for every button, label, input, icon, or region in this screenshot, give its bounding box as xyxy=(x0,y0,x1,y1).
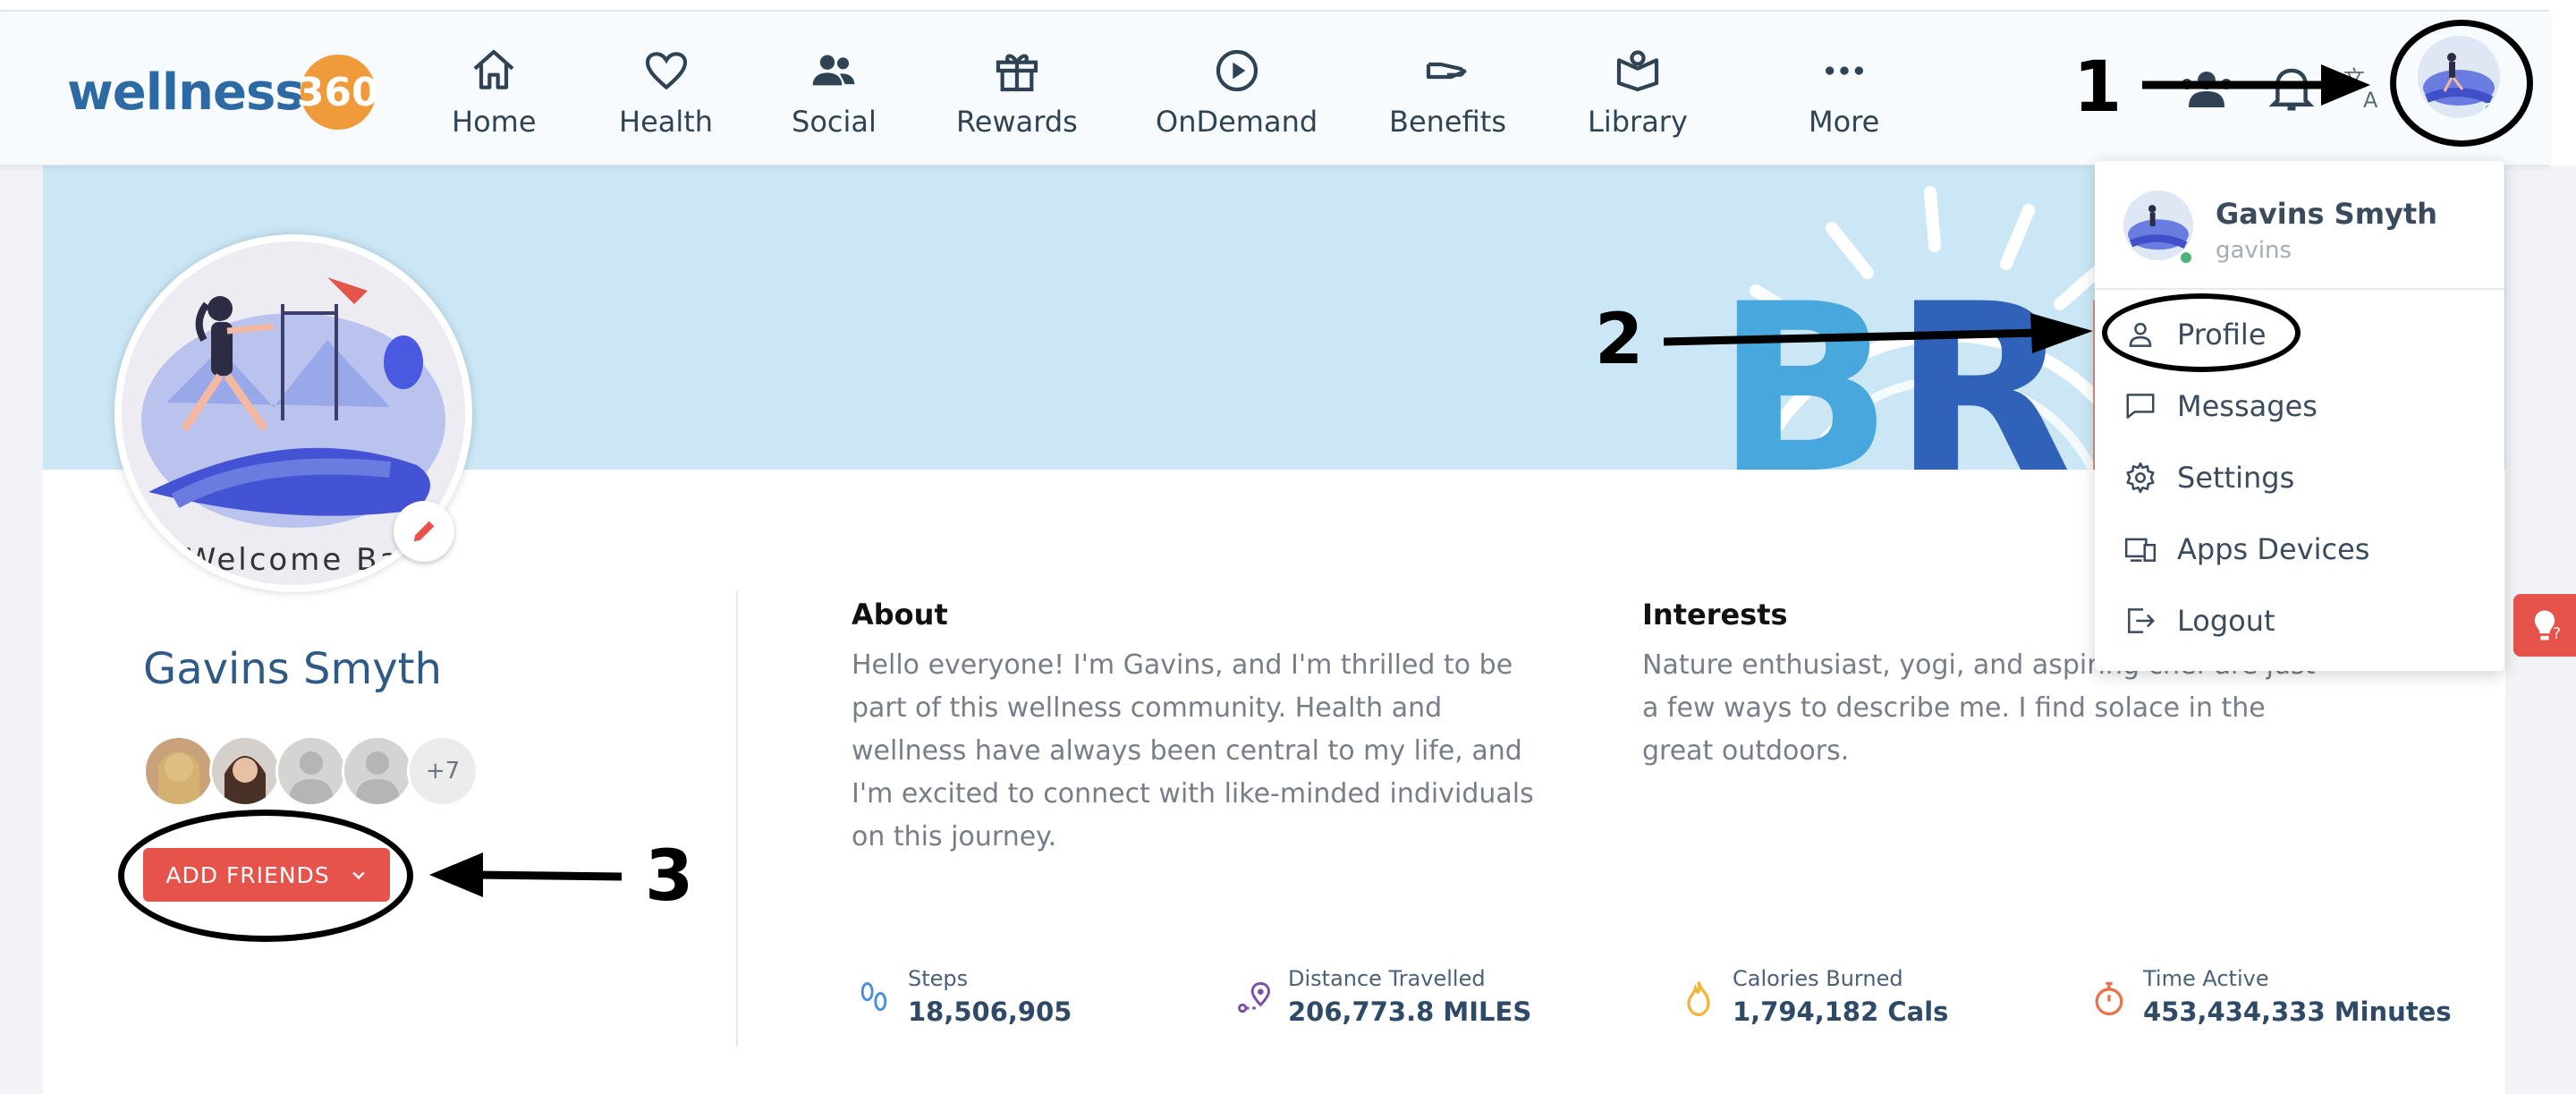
annotation-number-3: 3 xyxy=(645,836,694,917)
stopwatch-icon xyxy=(2095,981,2123,1016)
menu-item-label: Logout xyxy=(2177,604,2275,638)
book-icon xyxy=(1616,50,1659,92)
stat-time-active: Time Active 453,434,333 Minutes xyxy=(2089,966,2452,1027)
stat-label: Distance Travelled xyxy=(1288,966,1486,991)
nav-health[interactable]: Health xyxy=(619,46,713,153)
nav-label: Home xyxy=(452,105,537,139)
nav-label: OnDemand xyxy=(1156,105,1318,139)
profile-name: Gavins Smyth xyxy=(143,644,442,694)
user-menu-dropdown: Gavins Smyth gavins Profile Messages Set… xyxy=(2095,161,2504,671)
add-friends-label: ADD FRIENDS xyxy=(165,861,330,888)
annotation-number-2: 2 xyxy=(1595,300,1644,380)
stat-steps: Steps 18,506,905 xyxy=(854,966,1072,1027)
chevron-down-icon xyxy=(352,871,365,880)
add-friends-button[interactable]: ADD FRIENDS xyxy=(143,848,390,902)
flame-icon xyxy=(1687,981,1710,1016)
online-status-dot xyxy=(2179,250,2193,265)
logo-badge: 360 xyxy=(297,55,379,130)
edit-photo-button[interactable] xyxy=(394,501,454,562)
menu-item-label: Apps Devices xyxy=(2177,532,2370,566)
wellness360-logo[interactable]: wellness 360 xyxy=(67,52,379,132)
stat-value: 206,773.8 MILES xyxy=(1288,996,1532,1027)
nav-library[interactable]: Library xyxy=(1588,46,1688,153)
nav-label: Health xyxy=(619,105,714,139)
column-divider xyxy=(736,590,738,1047)
nav-rewards[interactable]: Rewards xyxy=(956,46,1078,153)
nav-social[interactable]: Social xyxy=(792,46,877,153)
menu-item-messages[interactable]: Messages xyxy=(2123,379,2318,433)
about-heading: About xyxy=(852,598,948,632)
more-icon xyxy=(1825,66,1863,75)
about-text: Hello everyone! I'm Gavins, and I'm thri… xyxy=(852,649,1534,852)
stat-label: Calories Burned xyxy=(1733,966,1903,991)
stat-value: 453,434,333 Minutes xyxy=(2143,996,2452,1027)
avatar-runner-image xyxy=(2418,36,2500,118)
annotation-arrow-2 xyxy=(1664,313,2093,353)
stat-label: Time Active xyxy=(2143,966,2269,991)
annotation-number-1: 1 xyxy=(2073,47,2123,128)
heart-icon xyxy=(645,52,687,90)
friend-avatar[interactable] xyxy=(143,735,215,807)
route-icon xyxy=(1238,982,1270,1013)
friend-photo xyxy=(146,738,212,804)
nav-label: Benefits xyxy=(1389,105,1506,139)
menu-item-label: Messages xyxy=(2177,389,2318,423)
nav-label: Social xyxy=(792,105,877,139)
nav-home[interactable]: Home xyxy=(452,46,537,153)
default-person-icon xyxy=(344,738,411,804)
default-person-icon xyxy=(278,738,344,804)
friends-more-count[interactable]: +7 xyxy=(407,735,479,807)
menu-item-settings[interactable]: Settings xyxy=(2123,451,2294,505)
stat-value: 1,794,182 Cals xyxy=(1733,996,1949,1027)
menu-username: gavins xyxy=(2216,237,2292,264)
window-top-edge xyxy=(0,0,2549,12)
menu-avatar-image xyxy=(2123,191,2193,260)
gift-icon xyxy=(996,54,1038,92)
nav-label: More xyxy=(1809,105,1880,139)
nav-label: Rewards xyxy=(956,105,1078,139)
message-icon xyxy=(2126,394,2155,419)
help-tip-button[interactable]: ? xyxy=(2513,594,2576,657)
menu-item-label: Settings xyxy=(2177,461,2295,495)
home-icon xyxy=(473,49,514,89)
person-icon xyxy=(2129,322,2152,347)
play-icon xyxy=(1216,49,1258,92)
menu-item-label: Profile xyxy=(2177,318,2267,352)
nav-label: Library xyxy=(1588,105,1688,139)
stat-calories: Calories Burned 1,794,182 Cals xyxy=(1679,966,1948,1027)
stat-distance: Distance Travelled 206,773.8 MILES xyxy=(1234,966,1531,1027)
friend-avatar[interactable] xyxy=(209,735,281,807)
pencil-icon xyxy=(413,521,435,542)
devices-icon xyxy=(2124,538,2157,562)
nav-ondemand[interactable]: OnDemand xyxy=(1156,46,1318,153)
logout-icon xyxy=(2128,608,2156,633)
friend-avatar-placeholder[interactable] xyxy=(342,735,413,807)
menu-item-apps-devices[interactable]: Apps Devices xyxy=(2123,522,2369,576)
logo-wordmark: wellness xyxy=(67,63,305,122)
nav-benefits[interactable]: Benefits xyxy=(1389,46,1506,153)
annotation-arrow-1 xyxy=(2142,64,2370,106)
user-avatar-button[interactable] xyxy=(2418,36,2500,118)
footsteps-icon xyxy=(860,982,887,1012)
interests-heading: Interests xyxy=(1642,598,1788,632)
annotation-arrow-3 xyxy=(429,852,622,897)
nav-more[interactable]: More xyxy=(1809,46,1879,153)
gear-icon xyxy=(2126,462,2155,494)
lightbulb-icon: ? xyxy=(2535,610,2561,642)
stat-label: Steps xyxy=(908,966,969,991)
menu-item-profile[interactable]: Profile xyxy=(2123,308,2267,361)
menu-item-logout[interactable]: Logout xyxy=(2123,594,2275,648)
friend-photo xyxy=(212,738,278,804)
svg-text:?: ? xyxy=(2553,625,2561,642)
people-icon xyxy=(813,55,855,86)
hand-icon xyxy=(1427,62,1468,80)
stat-value: 18,506,905 xyxy=(908,996,1072,1027)
menu-divider xyxy=(2095,288,2504,290)
friend-avatar-placeholder[interactable] xyxy=(275,735,347,807)
menu-user-name: Gavins Smyth xyxy=(2216,197,2437,231)
menu-avatar xyxy=(2123,191,2193,260)
